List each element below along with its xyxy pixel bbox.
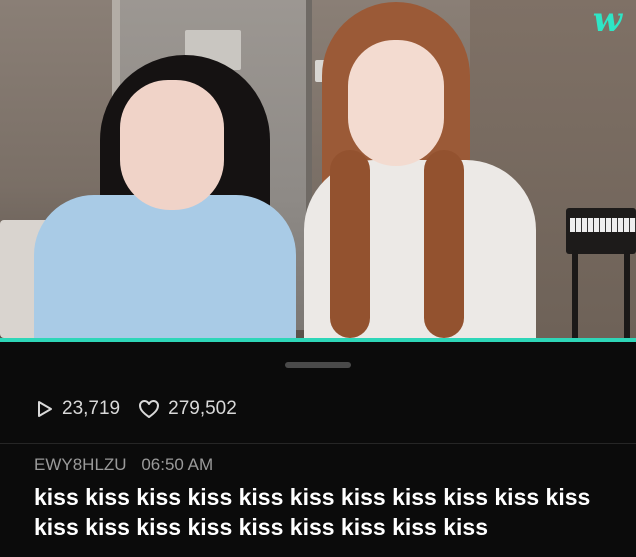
play-icon xyxy=(38,401,52,417)
likes-count: 279,502 xyxy=(168,398,237,419)
person-left-face xyxy=(120,80,224,210)
weverse-logo: w xyxy=(592,0,622,40)
person-right-hair-strand xyxy=(424,150,464,338)
person-right-face xyxy=(348,40,444,166)
piano-leg xyxy=(572,250,578,338)
divider xyxy=(0,443,636,444)
comment-username[interactable]: EWY8HLZU xyxy=(34,455,127,474)
sheet-drag-handle[interactable] xyxy=(285,362,351,368)
plays-count: 23,719 xyxy=(62,398,121,419)
comment-meta: EWY8HLZU 06:50 AM xyxy=(34,455,213,475)
piano-leg xyxy=(624,250,630,338)
person-right-hair-strand xyxy=(330,150,370,338)
person-left-shirt xyxy=(34,195,296,338)
live-video-frame[interactable]: w xyxy=(0,0,636,338)
comment-time: 06:50 AM xyxy=(141,455,214,474)
likes-stat[interactable]: 279,502 xyxy=(138,398,237,420)
piano-keys xyxy=(570,218,636,232)
heart-icon xyxy=(139,400,160,418)
video-progress-bar[interactable] xyxy=(0,338,636,342)
plays-stat: 23,719 xyxy=(34,398,120,420)
stats-row: 23,719 279,502 xyxy=(34,396,255,422)
comment-text: kiss kiss kiss kiss kiss kiss kiss kiss … xyxy=(34,484,591,540)
